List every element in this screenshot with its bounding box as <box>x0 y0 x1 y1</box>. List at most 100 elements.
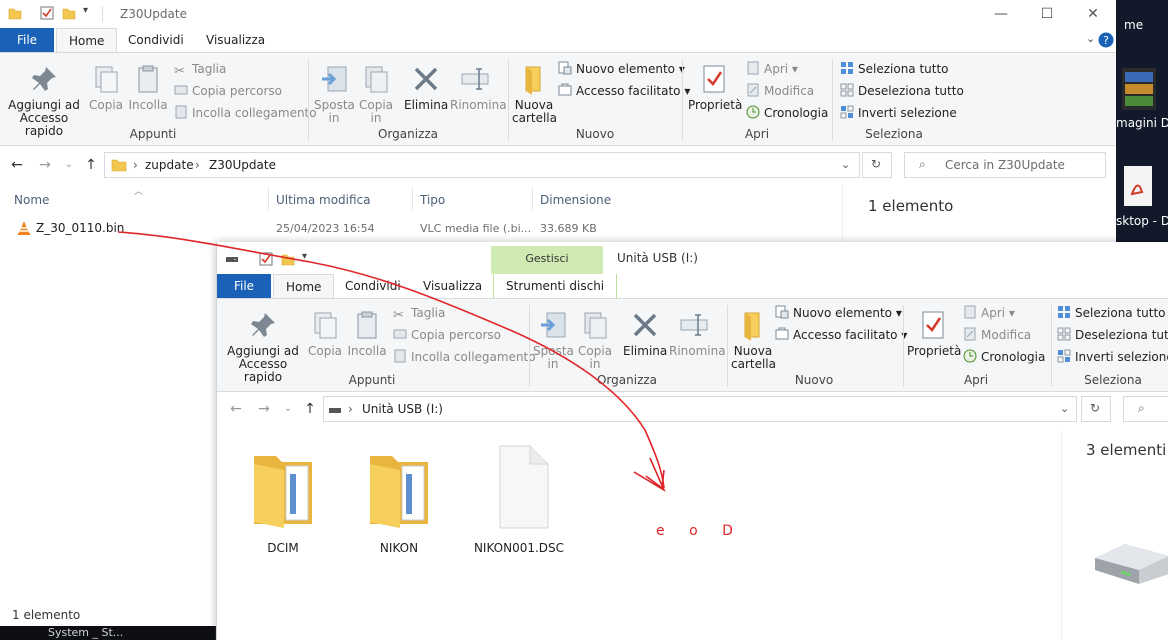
properties-button[interactable]: Proprietà <box>688 63 742 112</box>
column-header-name[interactable]: Nome <box>8 186 49 214</box>
close-button[interactable]: ✕ <box>1070 2 1116 26</box>
search-input[interactable]: ⌕ <box>1123 396 1168 422</box>
select-all-label: Seleziona tutto <box>1075 306 1166 320</box>
paste-link-button[interactable]: Incolla collegamento <box>393 347 536 367</box>
maximize-button[interactable]: ☐ <box>1024 2 1070 26</box>
easy-access-button[interactable]: Accesso facilitato ▾ <box>558 81 690 101</box>
rename-button[interactable]: Rinomina <box>669 309 726 358</box>
copy-path-icon <box>174 85 188 95</box>
recent-locations-icon[interactable]: ⌄ <box>60 156 78 174</box>
breadcrumb-item[interactable]: Unità USB (I:) <box>362 402 443 416</box>
edit-button[interactable]: Modifica <box>963 325 1031 345</box>
paste-link-button[interactable]: Incolla collegamento <box>174 103 317 123</box>
copy-to-button[interactable]: Copia in <box>575 309 615 371</box>
tab-file[interactable]: File <box>0 28 54 52</box>
easy-access-button[interactable]: Accesso facilitato ▾ <box>775 325 907 345</box>
column-separator[interactable] <box>412 188 413 210</box>
tab-condividi[interactable]: Condividi <box>116 28 196 52</box>
video-thumbnail-icon[interactable] <box>1122 68 1156 110</box>
delete-button[interactable]: Elimina <box>623 309 667 358</box>
back-button[interactable]: ← <box>8 156 26 174</box>
rename-button[interactable]: Rinomina <box>450 63 507 112</box>
copy-to-button[interactable]: Copia in <box>356 63 396 125</box>
delete-button[interactable]: Elimina <box>404 63 448 112</box>
tab-home[interactable]: Home <box>56 28 118 53</box>
copy-path-button[interactable]: Copia percorso <box>174 81 282 101</box>
quick-access-dropdown-icon[interactable]: ▾ <box>83 5 97 19</box>
tab-strumenti-dischi[interactable]: Strumenti dischi <box>493 274 618 298</box>
copy-button[interactable]: Copia <box>88 63 124 112</box>
column-header-modified[interactable]: Ultima modifica <box>270 186 371 214</box>
desktop-item-label[interactable]: magini D <box>1116 116 1168 130</box>
column-separator[interactable] <box>532 188 533 210</box>
history-button[interactable]: Cronologia <box>746 103 828 123</box>
taskbar-item[interactable]: System _ St... <box>0 626 215 640</box>
breadcrumb-item[interactable]: zupdate <box>145 158 194 172</box>
collapse-ribbon-icon[interactable]: ⌄ <box>1086 32 1095 45</box>
refresh-button[interactable]: ↻ <box>1081 396 1111 422</box>
cut-button[interactable]: ✂ Taglia <box>174 59 226 79</box>
paste-button[interactable]: Incolla <box>128 63 168 112</box>
group-label-appunti: Appunti <box>348 373 396 387</box>
select-none-button[interactable]: Deseleziona tutto <box>840 81 964 101</box>
forward-button[interactable]: → <box>36 156 54 174</box>
new-item-button[interactable]: Nuovo elemento ▾ <box>775 303 902 323</box>
move-to-button[interactable]: Sposta in <box>533 309 574 371</box>
column-header-size[interactable]: Dimensione <box>534 186 611 214</box>
tab-home[interactable]: Home <box>273 274 335 299</box>
properties-icon[interactable] <box>259 252 273 266</box>
search-input[interactable]: ⌕ Cerca in Z30Update <box>904 152 1106 178</box>
table-row[interactable]: Z_30_0110.bin 25/04/2023 16:54 VLC media… <box>8 218 628 240</box>
forward-button[interactable]: → <box>255 400 273 418</box>
open-button[interactable]: Apri ▾ <box>963 303 1015 323</box>
invert-selection-button[interactable]: Inverti selezione <box>840 103 957 123</box>
copy-path-button[interactable]: Copia percorso <box>393 325 501 345</box>
help-icon[interactable]: ? <box>1098 32 1114 48</box>
new-folder-button[interactable]: Nuova cartella <box>731 309 776 371</box>
refresh-button[interactable]: ↻ <box>862 152 892 178</box>
folder-item[interactable]: NIKON <box>351 444 447 555</box>
quick-access-dropdown-icon[interactable]: ▾ <box>302 251 316 265</box>
breadcrumb-item[interactable]: Z30Update <box>209 158 276 172</box>
recent-locations-icon[interactable]: ⌄ <box>279 400 297 418</box>
copy-button[interactable]: Copia <box>307 309 343 358</box>
new-folder-icon[interactable] <box>62 6 76 20</box>
new-folder-button[interactable]: Nuova cartella <box>512 63 557 125</box>
address-dropdown-icon[interactable]: ⌄ <box>841 158 850 171</box>
desktop-item-label[interactable]: sktop - D <box>1116 214 1168 228</box>
select-none-button[interactable]: Deseleziona tutto <box>1057 325 1168 345</box>
usb-drive-icon <box>1095 544 1168 584</box>
address-row: ← → ⌄ ↑ › zupdate › Z30Update ⌄ ↻ ⌕ Cerc… <box>0 148 1116 184</box>
history-button[interactable]: Cronologia <box>963 347 1045 367</box>
cut-button[interactable]: ✂ Taglia <box>393 303 445 323</box>
open-button[interactable]: Apri ▾ <box>746 59 798 79</box>
minimize-button[interactable]: — <box>978 2 1024 26</box>
tab-visualizza[interactable]: Visualizza <box>411 274 494 298</box>
properties-button[interactable]: Proprietà <box>907 309 961 358</box>
address-bar[interactable]: › zupdate › Z30Update ⌄ <box>104 152 860 178</box>
tab-file[interactable]: File <box>217 274 271 298</box>
tab-condividi[interactable]: Condividi <box>333 274 413 298</box>
column-header-type[interactable]: Tipo <box>414 186 445 214</box>
select-all-button[interactable]: Seleziona tutto <box>840 59 949 79</box>
desktop-item-label[interactable]: me <box>1124 18 1168 32</box>
move-to-button[interactable]: Sposta in <box>314 63 355 125</box>
tab-visualizza[interactable]: Visualizza <box>194 28 277 52</box>
address-dropdown-icon[interactable]: ⌄ <box>1060 402 1069 415</box>
select-all-button[interactable]: Seleziona tutto <box>1057 303 1166 323</box>
pane-divider[interactable] <box>1061 430 1062 640</box>
up-button[interactable]: ↑ <box>82 156 100 174</box>
new-folder-icon[interactable] <box>281 252 295 266</box>
invert-selection-button[interactable]: Inverti selezione <box>1057 347 1168 367</box>
paste-button[interactable]: Incolla <box>347 309 387 358</box>
edit-button[interactable]: Modifica <box>746 81 814 101</box>
properties-icon[interactable] <box>40 6 54 20</box>
column-separator[interactable] <box>268 188 269 210</box>
folder-item[interactable]: DCIM <box>235 444 331 555</box>
pdf-file-icon[interactable] <box>1122 166 1156 208</box>
up-button[interactable]: ↑ <box>301 400 319 418</box>
address-bar[interactable]: › Unità USB (I:) ⌄ <box>323 396 1077 422</box>
back-button[interactable]: ← <box>227 400 245 418</box>
new-item-button[interactable]: Nuovo elemento ▾ <box>558 59 685 79</box>
file-item[interactable]: NIKON001.DSC <box>471 444 567 555</box>
